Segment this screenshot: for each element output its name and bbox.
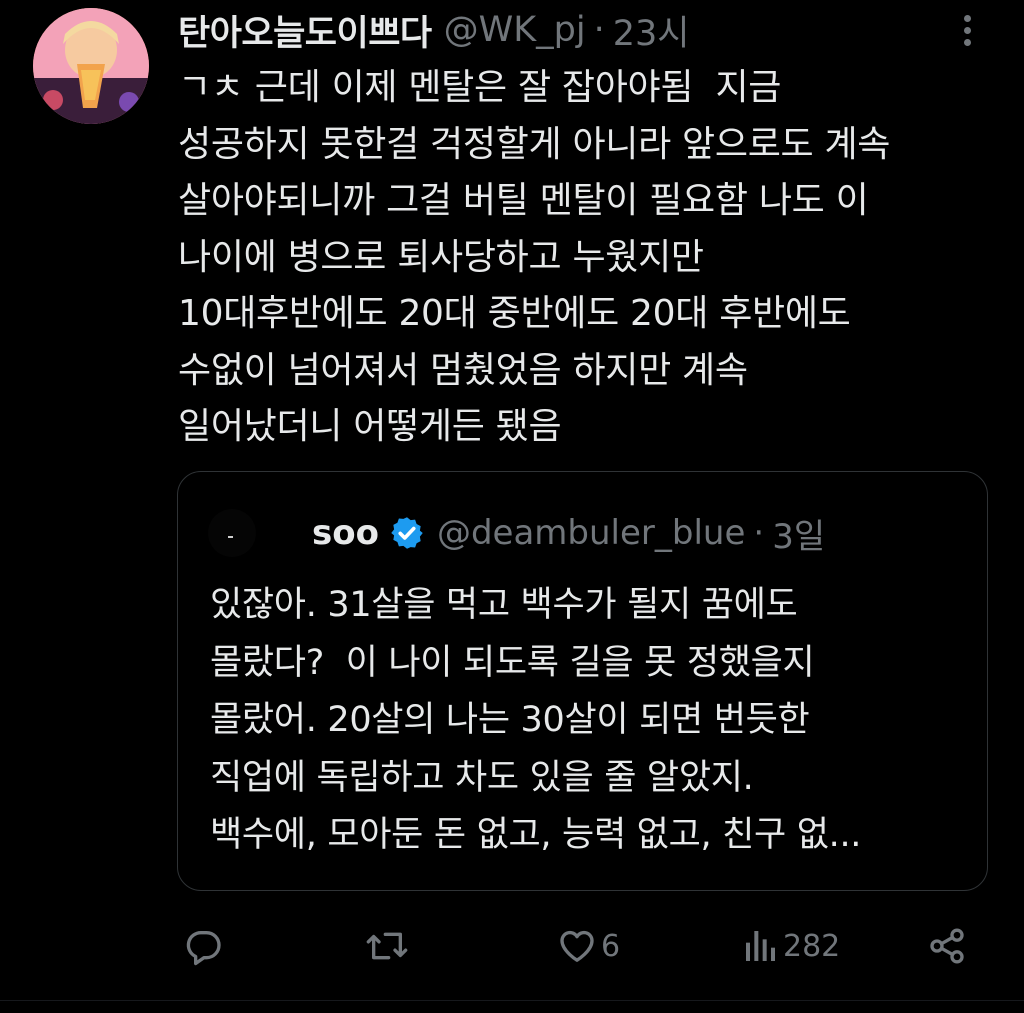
quoted-author-display-name[interactable]: soo: [312, 513, 379, 553]
retweet-button[interactable]: [365, 918, 409, 974]
tweet-text: ㄱㅊ 근데 이제 멘탈은 잘 잡아야됨 지금 성공하지 못한걸 걱정할게 아니라…: [178, 67, 891, 447]
views-count: 282: [783, 928, 841, 964]
avatar-image: [33, 8, 149, 124]
header-separator: ·: [593, 10, 605, 50]
more-dot-icon: [963, 14, 971, 22]
quoted-tweet-timestamp[interactable]: 3일: [772, 509, 825, 558]
more-options-button[interactable]: [950, 10, 984, 50]
views-icon: [746, 931, 775, 961]
author-display-name[interactable]: 탄아오늘도이쁘다: [178, 5, 432, 56]
reply-icon: [186, 931, 221, 966]
quoted-tweet[interactable]: soo @deambuler_blue · 3일 있잖아. 31살을 먹고 백수…: [177, 471, 988, 891]
author-avatar[interactable]: [33, 8, 149, 124]
quoted-author-handle[interactable]: @deambuler_blue: [437, 513, 745, 553]
more-dot-icon: [963, 38, 971, 46]
quoted-header-separator: ·: [753, 513, 765, 553]
quoted-tweet-header: soo @deambuler_blue · 3일: [208, 508, 825, 558]
like-button[interactable]: 6: [557, 918, 620, 974]
tweet-divider: [0, 1000, 1024, 1001]
verified-badge-icon: [391, 517, 423, 549]
views-button[interactable]: 282: [743, 918, 840, 974]
tweet-timestamp[interactable]: 23시: [613, 5, 690, 56]
quoted-author-avatar[interactable]: [208, 509, 256, 557]
reply-button[interactable]: [184, 918, 224, 974]
heart-icon: [560, 930, 594, 962]
share-icon: [930, 928, 964, 964]
tweet-header: 탄아오늘도이쁘다 @WK_pj · 23시: [178, 6, 690, 54]
more-dot-icon: [963, 26, 971, 34]
tweet[interactable]: 탄아오늘도이쁘다 @WK_pj · 23시 ㄱㅊ 근데 이제 멘탈은 잘 잡아야…: [0, 0, 1024, 1013]
retweet-icon: [366, 932, 408, 960]
tweet-action-bar: 6 282: [0, 918, 1024, 974]
quoted-tweet-text: 있잖아. 31살을 먹고 백수가 될지 꿈에도 몰랐다? 이 나이 되도록 길을…: [210, 585, 862, 855]
author-handle[interactable]: @WK_pj: [444, 10, 586, 50]
share-button[interactable]: [927, 918, 967, 974]
like-count: 6: [601, 928, 621, 964]
